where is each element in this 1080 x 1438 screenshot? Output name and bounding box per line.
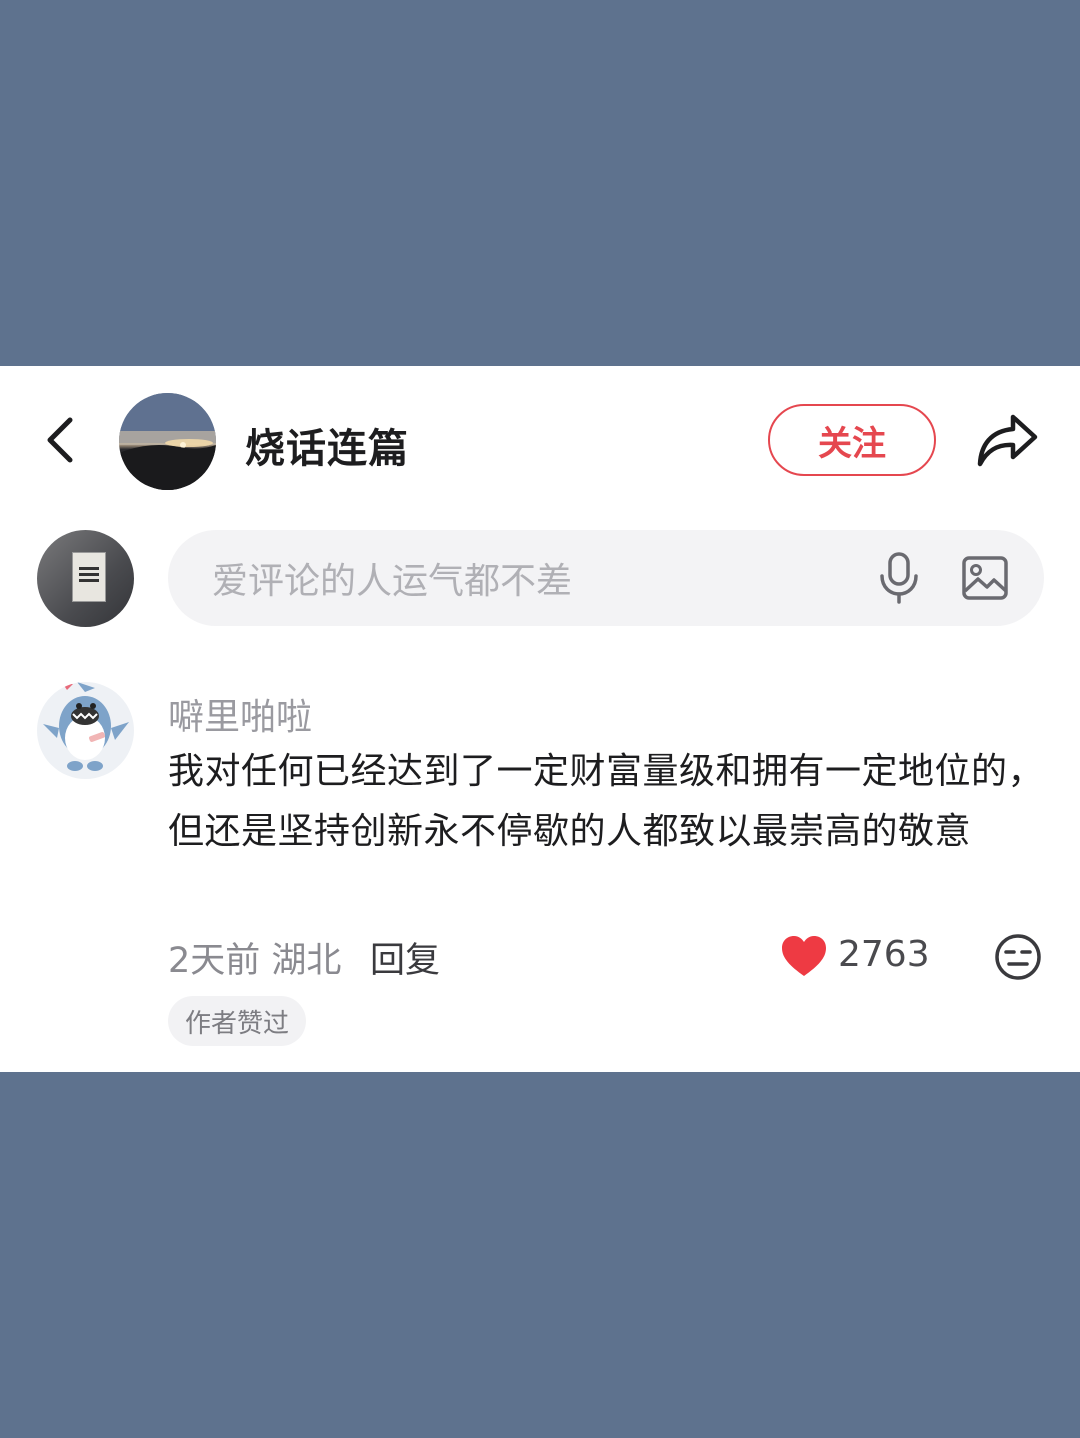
- sunset-image: [119, 393, 216, 490]
- author-name[interactable]: 烧话连篇: [245, 416, 409, 474]
- emoji-icon[interactable]: [994, 933, 1042, 981]
- comment-card: 烧话连篇 关注 爱评论的人运气都不差 噼里啪啦 我对任何已经达到了一定财富量级和…: [0, 366, 1080, 1072]
- author-liked-badge: 作者赞过: [168, 996, 307, 1046]
- poster-image: [72, 552, 106, 602]
- comment-composer: 爱评论的人运气都不差: [0, 528, 1080, 628]
- follow-button[interactable]: 关注: [768, 404, 936, 476]
- heart-icon[interactable]: [780, 934, 828, 978]
- comment-input-placeholder: 爱评论的人运气都不差: [212, 561, 573, 602]
- share-icon[interactable]: [975, 411, 1039, 469]
- back-arrow-icon[interactable]: [38, 412, 88, 468]
- current-user-avatar[interactable]: [37, 530, 134, 627]
- like-count: 2763: [838, 934, 930, 975]
- author-avatar[interactable]: [119, 393, 216, 490]
- comment-meta: 2天前 湖北: [168, 941, 342, 981]
- image-icon[interactable]: [961, 555, 1009, 601]
- mic-icon[interactable]: [877, 552, 921, 604]
- post-header: 烧话连篇 关注: [0, 366, 1080, 516]
- shark-icon: [43, 682, 129, 771]
- commenter-name[interactable]: 噼里啪啦: [168, 688, 312, 740]
- comment-item: 噼里啪啦 我对任何已经达到了一定财富量级和拥有一定地位的，但还是坚持创新永不停歇…: [0, 678, 1080, 1058]
- comment-text: 我对任何已经达到了一定财富量级和拥有一定地位的，但还是坚持创新永不停歇的人都致以…: [168, 751, 1045, 852]
- commenter-avatar[interactable]: [37, 682, 134, 779]
- reply-button[interactable]: 回复: [370, 932, 440, 983]
